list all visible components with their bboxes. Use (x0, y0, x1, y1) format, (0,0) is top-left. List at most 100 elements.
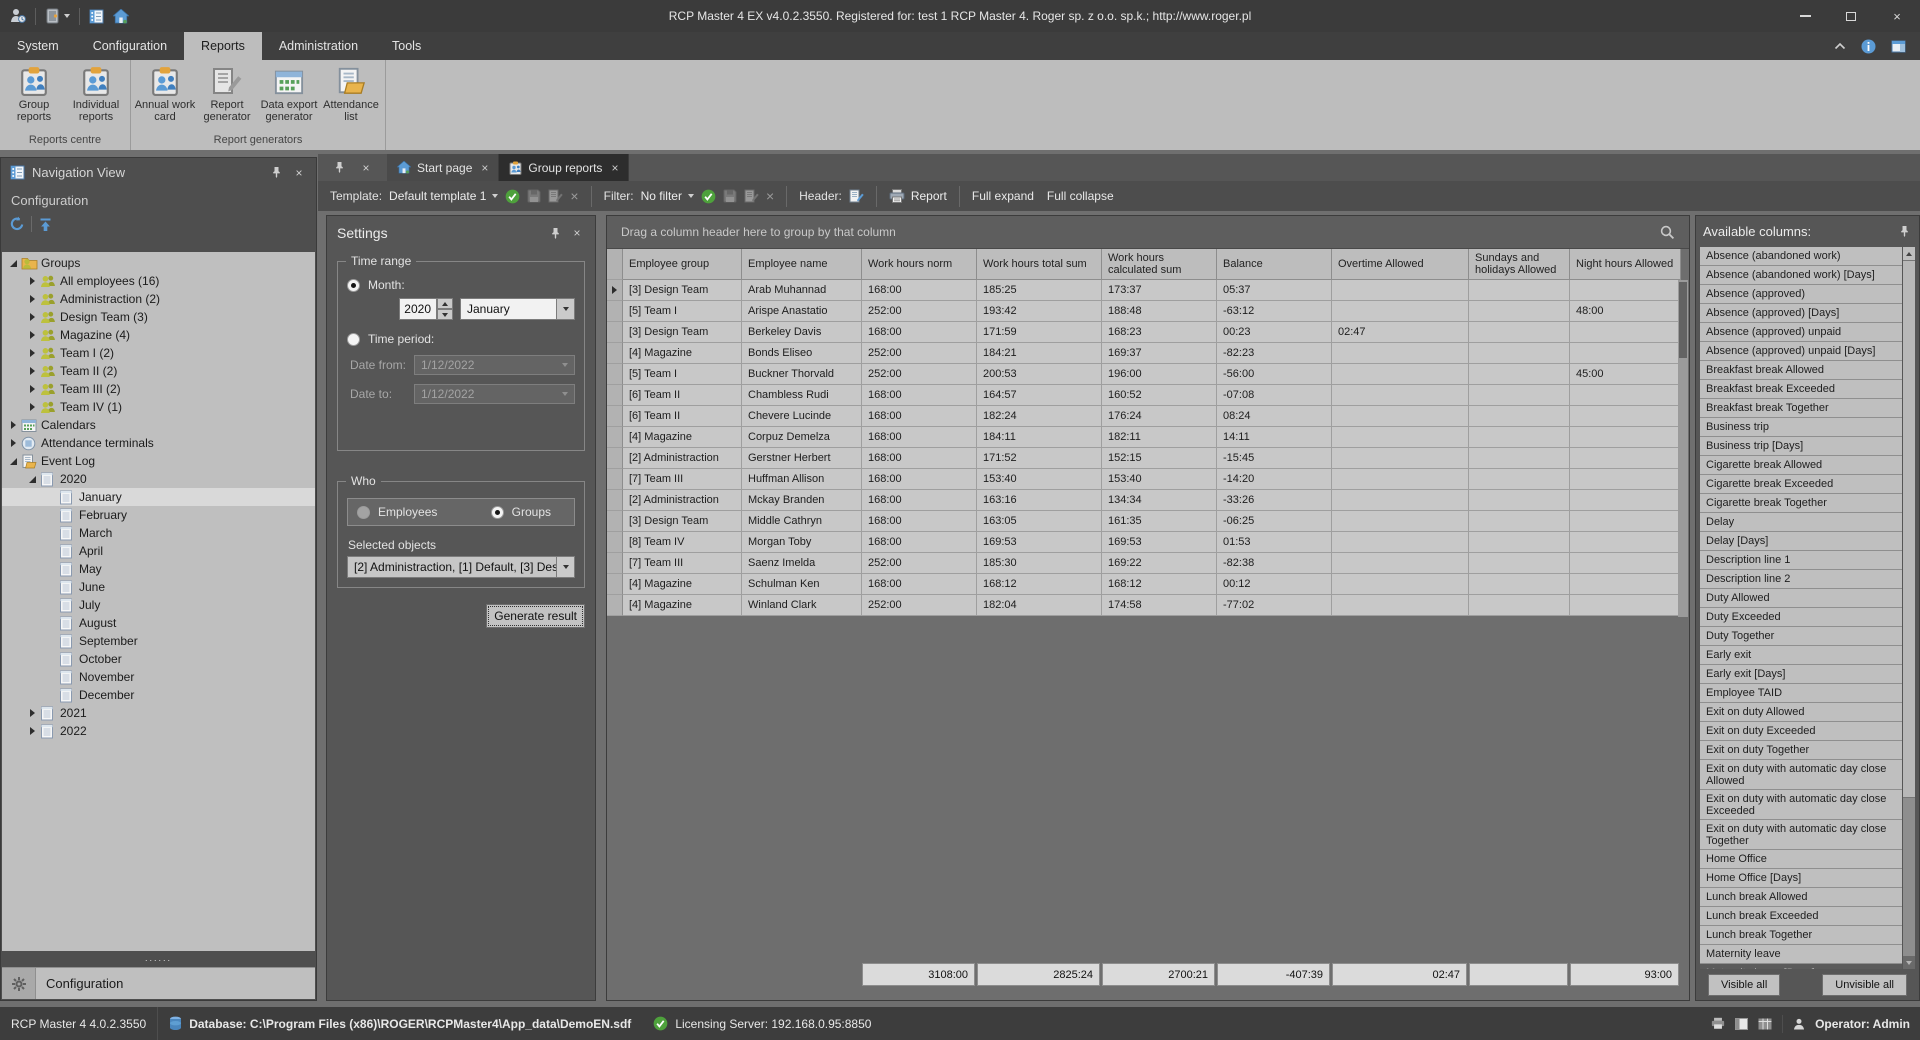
table-row[interactable]: [3] Design TeamBerkeley Davis168:00171:5… (607, 322, 1681, 343)
unvisible-all-button[interactable]: Unvisible all (1822, 974, 1907, 996)
tab-close-icon[interactable]: × (478, 161, 488, 175)
column-list-item[interactable]: Cigarette break Together (1700, 494, 1902, 513)
group-reports-button[interactable]: Group reports (3, 63, 65, 123)
column-list-item[interactable]: Exit on duty with automatic day close To… (1700, 820, 1902, 850)
table-row[interactable]: [5] Team IBuckner Thorvald252:00200:5319… (607, 364, 1681, 385)
column-list-item[interactable]: Exit on duty with automatic day close Al… (1700, 760, 1902, 790)
table-row[interactable]: [4] MagazineSchulman Ken168:00168:12168:… (607, 574, 1681, 595)
tree-expander-icon[interactable] (25, 727, 40, 735)
time-period-radio-row[interactable]: Time period: (347, 332, 575, 346)
column-list-item[interactable]: Employee TAID (1700, 684, 1902, 703)
scrollbar-thumb[interactable] (1903, 260, 1915, 798)
tree-item-team-ii-2[interactable]: Team II (2) (2, 362, 315, 380)
month-radio[interactable] (347, 279, 360, 292)
scroll-up-icon[interactable] (1903, 247, 1915, 260)
tree-item-team-iv-1[interactable]: Team IV (1) (2, 398, 315, 416)
tree-expander-icon[interactable] (6, 439, 21, 447)
tree-item-2020[interactable]: 2020 (2, 470, 315, 488)
info-icon[interactable] (1861, 39, 1876, 54)
menu-configuration[interactable]: Configuration (76, 32, 184, 60)
tree-expander-icon[interactable] (25, 367, 40, 375)
chevron-down-icon[interactable] (557, 556, 575, 578)
tree-item-january[interactable]: January (2, 488, 315, 506)
employees-radio-row[interactable]: Employees (357, 505, 437, 519)
year-stepper[interactable] (437, 298, 453, 320)
year-up-icon[interactable] (437, 298, 453, 309)
tree-item-groups[interactable]: Groups (2, 254, 315, 272)
tree-item-march[interactable]: March (2, 524, 315, 542)
column-header-sundays-and-holidays-allowed[interactable]: Sundays and holidays Allowed (1469, 249, 1570, 280)
tab-group-reports[interactable]: Group reports× (499, 154, 629, 181)
annual-work-card-button[interactable]: Annual work card (134, 63, 196, 123)
tree-item-calendars[interactable]: Calendars (2, 416, 315, 434)
filter-edit-icon[interactable] (744, 189, 759, 203)
dock-close-icon[interactable]: × (358, 160, 374, 176)
tree-expander-icon[interactable] (25, 476, 40, 483)
tree-item-october[interactable]: October (2, 650, 315, 668)
groups-radio-row[interactable]: Groups (491, 505, 551, 519)
column-list-item[interactable]: Early exit (1700, 646, 1902, 665)
table-row[interactable]: [6] Team IIChambless Rudi168:00164:57160… (607, 385, 1681, 406)
pin-icon[interactable] (268, 165, 284, 181)
month-radio-row[interactable]: Month: (347, 278, 575, 292)
column-list-item[interactable]: Delay [Days] (1700, 532, 1902, 551)
full-collapse-button[interactable]: Full collapse (1047, 189, 1114, 203)
tree-expander-icon[interactable] (6, 260, 21, 267)
filter-apply-icon[interactable] (701, 189, 716, 204)
employees-radio[interactable] (357, 506, 370, 519)
year-field[interactable]: 2020 (399, 298, 437, 320)
tree-expander-icon[interactable] (25, 385, 40, 393)
individual-reports-button[interactable]: Individual reports (65, 63, 127, 123)
tab-close-icon[interactable]: × (608, 161, 618, 175)
tree-item-june[interactable]: June (2, 578, 315, 596)
groups-radio[interactable] (491, 506, 504, 519)
scrollbar-thumb[interactable] (1679, 282, 1687, 358)
tree-expander-icon[interactable] (25, 313, 40, 321)
table-row[interactable]: [7] Team IIISaenz Imelda252:00185:30169:… (607, 553, 1681, 574)
column-list-item[interactable]: Cigarette break Exceeded (1700, 475, 1902, 494)
tree-expander-icon[interactable] (25, 277, 40, 285)
data-export-generator-button[interactable]: Data export generator (258, 63, 320, 123)
tree-expander-icon[interactable] (25, 709, 40, 717)
table-row[interactable]: [4] MagazineWinland Clark252:00182:04174… (607, 595, 1681, 616)
table-row[interactable]: [2] AdministractionGerstner Herbert168:0… (607, 448, 1681, 469)
collapse-ribbon-icon[interactable] (1834, 42, 1846, 50)
columns-status-icon[interactable] (1758, 1018, 1772, 1030)
menu-tools[interactable]: Tools (375, 32, 438, 60)
column-list-item[interactable]: Early exit [Days] (1700, 665, 1902, 684)
tree-item-september[interactable]: September (2, 632, 315, 650)
report-generator-button[interactable]: Report generator (196, 63, 258, 123)
tree-item-december[interactable]: December (2, 686, 315, 704)
generate-result-button[interactable]: Generate result (486, 604, 585, 628)
tree-expander-icon[interactable] (25, 295, 40, 303)
header-edit-icon[interactable] (849, 189, 864, 203)
column-header-balance[interactable]: Balance (1217, 249, 1332, 280)
template-apply-icon[interactable] (505, 189, 520, 204)
pin-icon[interactable] (1896, 223, 1912, 239)
column-header-employee-name[interactable]: Employee name (742, 249, 862, 280)
groupby-band[interactable]: Drag a column header here to group by th… (607, 216, 1689, 249)
minimize-button[interactable] (1782, 0, 1828, 32)
close-button[interactable]: × (1874, 0, 1920, 32)
tree-expander-icon[interactable] (25, 349, 40, 357)
month-select[interactable]: January (460, 298, 575, 320)
tree-item-team-i-2[interactable]: Team I (2) (2, 344, 315, 362)
columns-scrollbar[interactable] (1903, 247, 1915, 969)
scroll-down-icon[interactable] (1903, 956, 1915, 969)
printer-status-icon[interactable] (1711, 1017, 1725, 1030)
filter-save-icon[interactable] (723, 189, 737, 203)
template-delete-icon[interactable]: × (570, 189, 578, 203)
column-header-employee-group[interactable]: Employee group (623, 249, 742, 280)
column-list-item[interactable]: Duty Exceeded (1700, 608, 1902, 627)
selected-objects-select[interactable]: [2] Administraction, [1] Default, [3] De… (347, 556, 575, 578)
menu-administration[interactable]: Administration (262, 32, 375, 60)
column-list-item[interactable]: Absence (abandoned work) (1700, 247, 1902, 266)
tab-start-page[interactable]: Start page× (387, 154, 499, 181)
quick-access-button[interactable] (45, 8, 70, 24)
column-list-item[interactable]: Breakfast break Exceeded (1700, 380, 1902, 399)
tree-expander-icon[interactable] (6, 421, 21, 429)
column-list-item[interactable]: Breakfast break Together (1700, 399, 1902, 418)
tree-item-february[interactable]: February (2, 506, 315, 524)
template-dropdown[interactable]: Default template 1 (389, 189, 498, 203)
table-row[interactable]: [3] Design TeamArab Muhannad168:00185:25… (607, 280, 1681, 301)
